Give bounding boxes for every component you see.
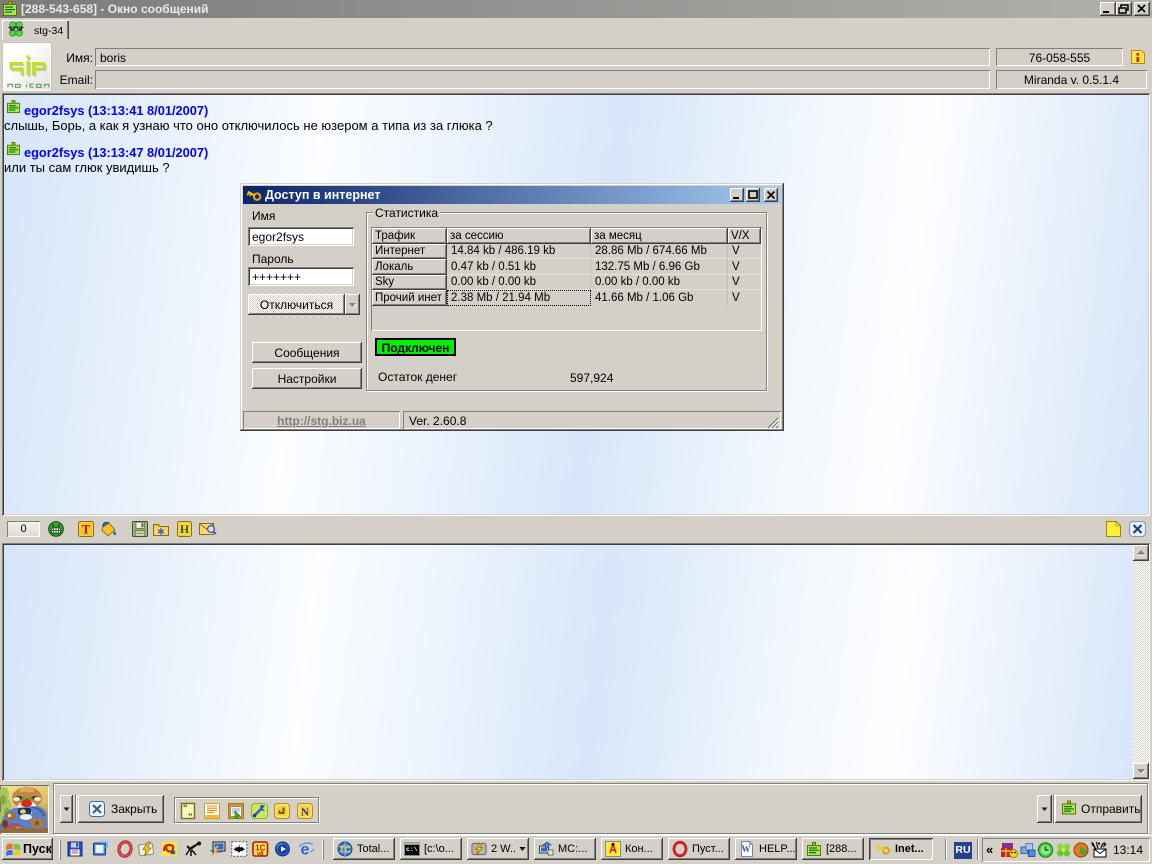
svg-text:T: T [82, 522, 91, 537]
svg-text:„: „ [188, 807, 193, 817]
svg-text:W: W [742, 844, 751, 854]
svg-text:v8: v8 [257, 852, 264, 858]
svg-text:c:\: c:\ [406, 846, 418, 853]
svg-text:H: H [180, 522, 190, 536]
svg-text:N: N [301, 807, 309, 819]
svg-text:TC: TC [339, 845, 350, 855]
